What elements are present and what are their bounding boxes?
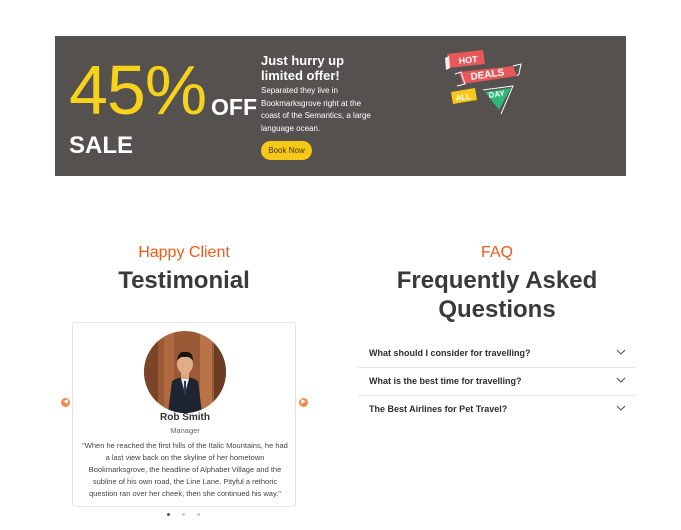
off-label: OFF: [211, 94, 257, 120]
chevron-right-icon[interactable]: ▶: [299, 398, 308, 407]
faq-title: Frequently Asked Questions: [396, 267, 598, 323]
faq-item[interactable]: What is the best time for travelling?: [358, 368, 636, 396]
faq-item[interactable]: The Best Airlines for Pet Travel?: [358, 396, 636, 424]
chevron-down-icon[interactable]: [616, 375, 626, 385]
carousel-dot-2[interactable]: [182, 513, 185, 516]
faq-question: What should I consider for travelling?: [369, 348, 531, 358]
carousel-dot-1[interactable]: [167, 513, 170, 516]
faq-question: The Best Airlines for Pet Travel?: [369, 404, 508, 414]
client-name: Rob Smith: [160, 412, 210, 423]
badge-word-all: ALL: [455, 92, 472, 103]
book-now-button[interactable]: Book Now: [261, 141, 312, 160]
testimonial-title: Testimonial: [118, 267, 250, 294]
promo-banner: 45% OFF SALE Just hurry up limited offer…: [55, 36, 626, 176]
avatar: [144, 331, 226, 413]
carousel-dot-3[interactable]: [197, 513, 200, 516]
faq-item[interactable]: What should I consider for travelling?: [358, 340, 636, 368]
offer-text: Separated they live in Bookmarksgrove ri…: [261, 86, 371, 133]
client-role: Manager: [170, 426, 200, 435]
testimonial-kicker: Happy Client: [138, 244, 230, 261]
badge-word-hot: HOT: [458, 54, 478, 66]
testimonial-card: Rob Smith Manager "When he reached the f…: [72, 322, 296, 507]
offer-title: Just hurry up limited offer!: [261, 53, 345, 83]
chevron-down-icon[interactable]: [616, 403, 626, 413]
faq-question: What is the best time for travelling?: [369, 376, 522, 386]
discount-value: 45%: [69, 51, 207, 129]
badge-word-deals: DEALS: [470, 67, 505, 83]
client-quote: "When he reached the first hills of the …: [82, 441, 288, 498]
faq-kicker: FAQ: [480, 244, 513, 261]
hot-deals-badge: HOT DEALS ALL DAY: [445, 50, 522, 115]
chevron-left-icon[interactable]: ◀: [61, 398, 70, 407]
sale-label: SALE: [69, 132, 134, 159]
chevron-down-icon[interactable]: [616, 347, 626, 357]
